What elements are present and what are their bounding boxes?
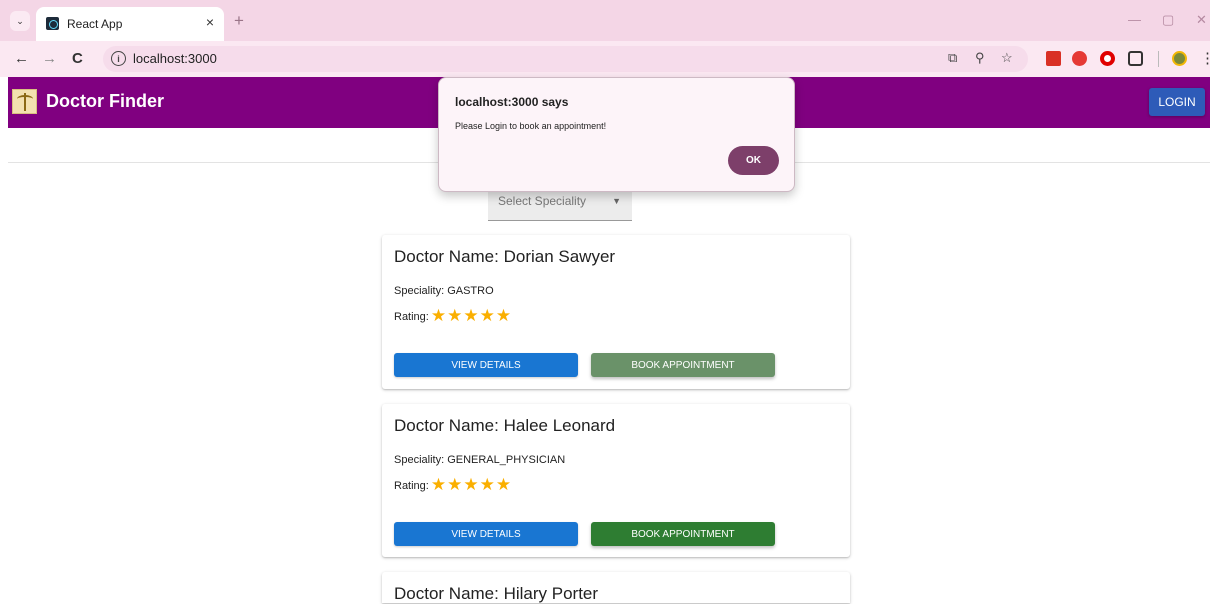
address-bar[interactable]: i localhost:3000 ⧉ ⚲ ☆ — [103, 46, 1028, 72]
doctor-card: Doctor Name: Halee Leonard Speciality: G… — [382, 404, 850, 557]
bookmark-star-icon[interactable]: ☆ — [1001, 50, 1013, 66]
doctor-rating: Rating: ★★★★★ — [394, 475, 513, 494]
tab-search-icon[interactable]: ⌄ — [10, 11, 30, 31]
doctor-name: Doctor Name: Halee Leonard — [394, 416, 616, 435]
book-appointment-button[interactable]: BOOK APPOINTMENT — [591, 353, 775, 377]
restore-icon[interactable]: ▢ — [1162, 12, 1174, 28]
browser-tabstrip: ⌄ React App × + — ▢ ✕ — [0, 0, 1210, 41]
rating-label: Rating: — [394, 480, 429, 492]
view-details-button[interactable]: VIEW DETAILS — [394, 522, 578, 546]
app-title: Doctor Finder — [46, 91, 165, 111]
opera-icon[interactable] — [1100, 51, 1115, 66]
rating-stars-icon: ★★★★★ — [430, 306, 513, 325]
alert-dialog: localhost:3000 says Please Login to book… — [438, 77, 795, 192]
login-button[interactable]: LOGIN — [1149, 88, 1205, 116]
tab-title: React App — [67, 17, 123, 31]
doctor-speciality: Speciality: GASTRO — [394, 285, 494, 297]
minimize-icon[interactable]: — — [1128, 12, 1141, 27]
rating-stars-icon: ★★★★★ — [430, 475, 513, 494]
doctor-card: Doctor Name: Dorian Sawyer Speciality: G… — [382, 235, 850, 389]
view-details-button[interactable]: VIEW DETAILS — [394, 353, 578, 377]
doctor-name: Doctor Name: Dorian Sawyer — [394, 247, 616, 266]
doctor-name: Doctor Name: Hilary Porter — [394, 584, 599, 603]
install-app-icon[interactable]: ⧉ — [948, 50, 957, 66]
browser-tab[interactable]: React App × — [36, 7, 224, 41]
toolbar-separator — [1158, 51, 1159, 67]
new-tab-icon[interactable]: + — [234, 11, 244, 31]
close-window-icon[interactable]: ✕ — [1196, 12, 1207, 28]
extension-red-icon[interactable] — [1046, 51, 1061, 66]
ok-button[interactable]: OK — [728, 146, 779, 175]
caret-down-icon: ▼ — [612, 196, 621, 206]
url-text[interactable]: localhost:3000 — [133, 51, 217, 66]
adblock-icon[interactable] — [1072, 51, 1087, 66]
dialog-title: localhost:3000 says — [455, 95, 569, 109]
rating-label: Rating: — [394, 311, 429, 323]
doctor-speciality: Speciality: GENERAL_PHYSICIAN — [394, 454, 566, 466]
react-favicon-icon — [46, 17, 59, 30]
back-icon[interactable]: ← — [14, 50, 29, 67]
profile-avatar-icon[interactable] — [1172, 51, 1187, 66]
forward-icon[interactable]: → — [42, 50, 57, 67]
book-appointment-button[interactable]: BOOK APPOINTMENT — [591, 522, 775, 546]
reload-icon[interactable]: C — [72, 50, 83, 67]
zoom-icon[interactable]: ⚲ — [975, 50, 985, 66]
doctor-card: Doctor Name: Hilary Porter — [382, 572, 850, 603]
browser-toolbar: ← → C i localhost:3000 ⧉ ⚲ ☆ ⋮ — [0, 41, 1210, 77]
extensions-puzzle-icon[interactable] — [1128, 51, 1143, 66]
doctor-rating: Rating: ★★★★★ — [394, 306, 513, 325]
tab-close-icon[interactable]: × — [206, 14, 214, 30]
caduceus-logo-icon — [12, 89, 37, 114]
dialog-message: Please Login to book an appointment! — [455, 121, 607, 131]
speciality-select-label: Select Speciality — [498, 194, 587, 208]
browser-menu-icon[interactable]: ⋮ — [1200, 49, 1210, 67]
site-info-icon[interactable]: i — [111, 51, 126, 66]
